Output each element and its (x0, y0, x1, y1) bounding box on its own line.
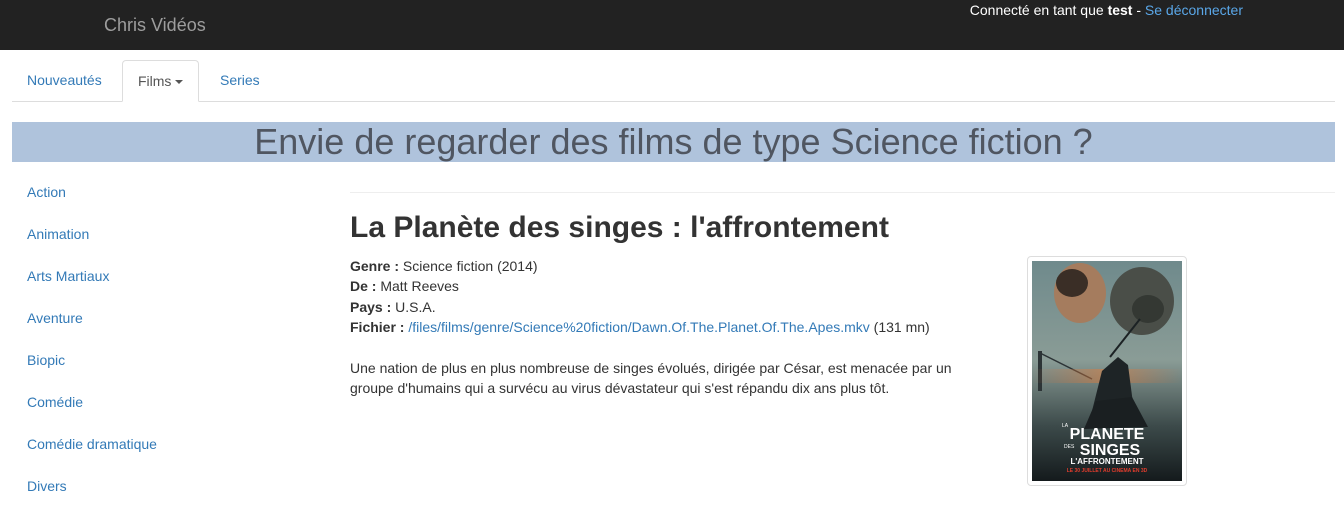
poster-title-des: DES (1064, 444, 1075, 450)
login-prefix: Connecté en tant que (969, 2, 1108, 18)
country-row: Pays : U.S.A. (350, 297, 930, 317)
country-value: U.S.A. (395, 298, 436, 315)
category-tabs: Nouveautés Films Series (12, 60, 1335, 102)
genre-label: Genre : (350, 258, 400, 274)
login-separator: - (1132, 2, 1145, 18)
poster-release-date: LE 30 JUILLET AU CINEMA EN 3D (1067, 468, 1148, 474)
sidebar-item-comedie[interactable]: Comédie (27, 392, 307, 434)
sidebar-item-animation[interactable]: Animation (27, 224, 307, 266)
genre-sidebar: Action Animation Arts Martiaux Aventure … (27, 182, 307, 518)
file-row: Fichier : /files/films/genre/Science%20f… (350, 317, 930, 337)
poster-image: LA PLANETE DES SINGES L'AFFRONTEMENT LE … (1032, 261, 1182, 481)
caret-down-icon (175, 80, 184, 85)
content-divider (350, 192, 1335, 193)
sidebar-item-action[interactable]: Action (27, 182, 307, 224)
brand-link[interactable]: Chris Vidéos (104, 14, 206, 36)
genre-banner: Envie de regarder des films de type Scie… (12, 122, 1335, 162)
poster-title-la: LA (1062, 423, 1069, 429)
logout-link[interactable]: Se déconnecter (1145, 2, 1243, 18)
login-status: Connecté en tant que test - Se déconnect… (970, 2, 1243, 18)
file-label: Fichier : (350, 319, 405, 336)
sidebar-item-arts-martiaux[interactable]: Arts Martiaux (27, 266, 307, 308)
movie-details: Genre : Science fiction (2014) De : Matt… (350, 256, 930, 338)
sidebar-item-aventure[interactable]: Aventure (27, 308, 307, 350)
genre-row: Genre : Science fiction (2014) (350, 256, 930, 276)
username: test (1107, 2, 1133, 18)
poster-title-planete: PLANETE (1070, 426, 1145, 443)
genre-value: Science fiction (2014) (402, 258, 538, 274)
tab-nouveautes[interactable]: Nouveautés (12, 60, 117, 102)
director-row: De : Matt Reeves (350, 276, 930, 296)
sidebar-item-biopic[interactable]: Biopic (27, 350, 307, 392)
country-label: Pays : (350, 298, 392, 315)
top-navbar: Chris Vidéos Connecté en tant que test -… (0, 0, 1344, 50)
director-value: Matt Reeves (380, 278, 459, 295)
duration: (131 mn) (873, 319, 930, 336)
sidebar-item-comedie-dramatique[interactable]: Comédie dramatique (27, 434, 307, 476)
movie-synopsis: Une nation de plus en plus nombreuse de … (350, 360, 952, 397)
tab-films-label: Films (138, 73, 172, 89)
sidebar-item-divers[interactable]: Divers (27, 476, 307, 518)
file-link[interactable]: /files/films/genre/Science%20fiction/Daw… (408, 319, 869, 335)
tab-films[interactable]: Films (122, 60, 200, 102)
director-label: De : (350, 278, 377, 295)
movie-poster[interactable]: LA PLANETE DES SINGES L'AFFRONTEMENT LE … (1027, 256, 1187, 486)
movie-title: La Planète des singes : l'affrontement (350, 211, 889, 244)
poster-title-affrontement: L'AFFRONTEMENT (1070, 457, 1143, 466)
tab-series[interactable]: Series (205, 60, 275, 102)
